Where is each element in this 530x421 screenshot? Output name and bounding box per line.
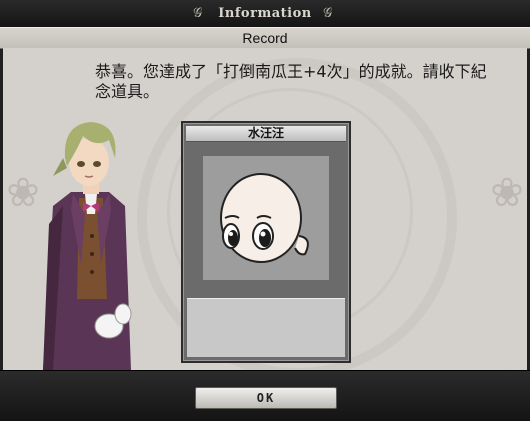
npc-character-portrait	[43, 122, 132, 370]
ok-button-label: OK	[256, 391, 276, 405]
dialog-header: 𝒢 Information 𝒢	[0, 0, 530, 28]
item-name-bar: 水汪汪	[186, 126, 346, 142]
reward-item-card: 水汪汪	[181, 121, 351, 363]
record-title: Record	[242, 30, 288, 46]
item-image	[203, 156, 329, 280]
item-name: 水汪汪	[247, 126, 284, 140]
ok-button[interactable]: OK	[195, 387, 337, 409]
dialog-title: Information	[218, 6, 312, 21]
record-band: Record	[0, 27, 530, 49]
achievement-dialog: 𝒢 Information 𝒢 Record ❀ ❀ 恭喜。您達成了「打倒南瓜王…	[0, 0, 530, 421]
crying-face-icon	[220, 173, 309, 263]
right-side-ornament-icon: ❀	[490, 170, 524, 216]
dialog-footer: OK	[0, 370, 530, 421]
dialog-panel: ❀ ❀ 恭喜。您達成了「打倒南瓜王+4次」的成就。請收下紀念道具。 水汪汪	[3, 48, 527, 370]
header-right-ornament-icon: 𝒢	[323, 6, 333, 21]
item-description-area	[187, 298, 345, 357]
achievement-message: 恭喜。您達成了「打倒南瓜王+4次」的成就。請收下紀念道具。	[95, 62, 487, 101]
